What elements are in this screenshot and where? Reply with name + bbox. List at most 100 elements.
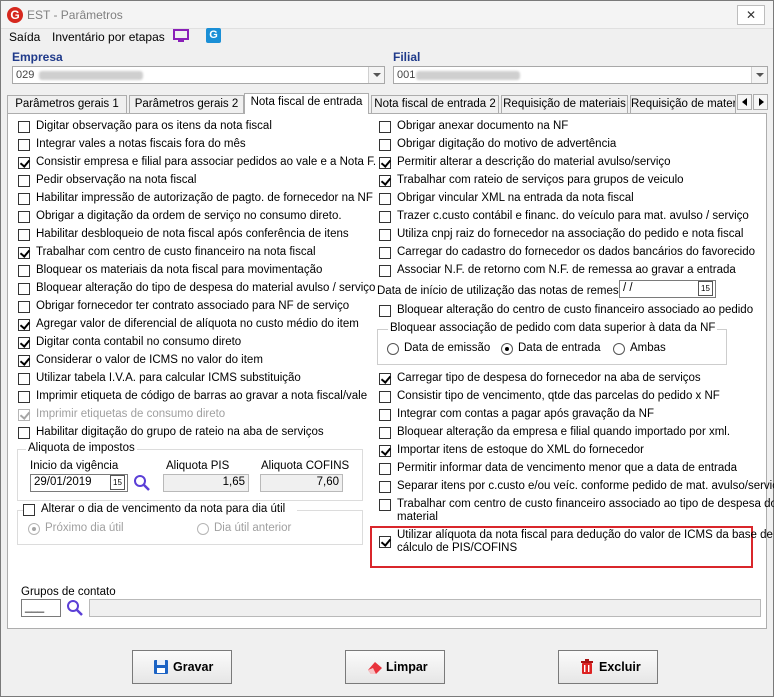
radio-dot[interactable] — [197, 523, 209, 535]
check-box[interactable] — [18, 337, 30, 349]
checkbox-imprimir-etiqueta-de-codigo-de-barras-ao[interactable]: Imprimir etiqueta de código de barras ao… — [18, 390, 368, 404]
check-box[interactable] — [379, 409, 391, 421]
tab-scroll-left-icon[interactable] — [737, 94, 752, 110]
checkbox-associar-n-f-de-retorno-com-n-f-de-remes[interactable]: Associar N.F. de retorno com N.F. de rem… — [379, 264, 759, 278]
checkbox-considerar-o-valor-de-icms-no-valor-do-i[interactable]: Considerar o valor de ICMS no valor do i… — [18, 354, 368, 368]
gravar-button[interactable]: Gravar — [132, 650, 232, 684]
checkbox-carregar-tipo-de-despesa-do-fornecedor-n[interactable]: Carregar tipo de despesa do fornecedor n… — [379, 372, 759, 386]
checkbox-digitar-conta-contabil-no-consumo-direto[interactable]: Digitar conta contabil no consumo direto — [18, 336, 368, 350]
calendar-icon[interactable]: 15 — [110, 475, 125, 490]
monitor-icon[interactable] — [173, 29, 189, 43]
utilizar-aliquota-check-box[interactable] — [379, 536, 391, 548]
checkbox-digitar-observacao-para-os-itens-da-nota[interactable]: Digitar observação para os itens da nota… — [18, 120, 368, 134]
check-box[interactable] — [18, 247, 30, 259]
check-box[interactable] — [18, 211, 30, 223]
checkbox-obrigar-anexar-documento-na-nf[interactable]: Obrigar anexar documento na NF — [379, 120, 759, 134]
menu-inventario-por-etapas[interactable]: Inventário por etapas — [52, 30, 165, 44]
tab-requisicao-de-materi[interactable]: Requisição de materi — [630, 95, 736, 113]
vencimento-check-box[interactable] — [23, 504, 35, 516]
checkbox-integrar-vales-a-notas-fiscais-fora-do-m[interactable]: Integrar vales a notas fiscais fora do m… — [18, 138, 368, 152]
checkbox-trabalhar-com-centro-de-custo-financeiro[interactable]: Trabalhar com centro de custo financeiro… — [18, 246, 368, 260]
checkbox-habilitar-impressao-de-autorizacao-de-pa[interactable]: Habilitar impressão de autorização de pa… — [18, 192, 373, 206]
checkbox-trazer-c-custo-contabil-e-financ-do-veic[interactable]: Trazer c.custo contábil e financ. do veí… — [379, 210, 759, 224]
checkbox-bloquear-alteracao-da-empresa-e-filial-q[interactable]: Bloquear alteração da empresa e filial q… — [379, 426, 759, 440]
radio-dot[interactable] — [387, 343, 399, 355]
limpar-button[interactable]: Limpar — [345, 650, 445, 684]
bloquear-cc-check-box[interactable] — [379, 305, 391, 317]
check-box[interactable] — [18, 373, 30, 385]
check-box[interactable] — [379, 265, 391, 277]
checkbox-importar-itens-de-estoque-do-xml-do-forn[interactable]: Importar itens de estoque do XML do forn… — [379, 444, 759, 458]
bloquear-cc-checkbox[interactable]: Bloquear alteração do centro de custo fi… — [379, 304, 759, 318]
checkbox-bloquear-alteracao-do-tipo-de-despesa-do[interactable]: Bloquear alteração do tipo de despesa do… — [18, 282, 375, 296]
close-button[interactable]: ✕ — [737, 5, 765, 25]
checkbox-agregar-valor-de-diferencial-de-aliquota[interactable]: Agregar valor de diferencial de alíquota… — [18, 318, 368, 332]
tab-nota-fiscal-de-entrada[interactable]: Nota fiscal de entrada — [244, 93, 369, 114]
checkbox-obrigar-fornecedor-ter-contrato-associad[interactable]: Obrigar fornecedor ter contrato associad… — [18, 300, 368, 314]
check-box[interactable] — [379, 373, 391, 385]
check-box[interactable] — [18, 157, 30, 169]
check-box[interactable] — [18, 121, 30, 133]
radio-dot[interactable] — [501, 343, 513, 355]
tab-parametros-gerais-2[interactable]: Parâmetros gerais 2 — [129, 95, 244, 113]
check-box[interactable] — [18, 391, 30, 403]
check-box[interactable] — [18, 355, 30, 367]
checkbox-integrar-com-contas-a-pagar-apos-gravaca[interactable]: Integrar com contas a pagar após gravaçã… — [379, 408, 759, 422]
checkbox-permitir-informar-data-de-vencimento-men[interactable]: Permitir informar data de vencimento men… — [379, 462, 759, 476]
checkbox-habilitar-digitacao-do-grupo-de-rateio-n[interactable]: Habilitar digitação do grupo de rateio n… — [18, 426, 368, 440]
excluir-button[interactable]: Excluir — [558, 650, 658, 684]
check-box[interactable] — [379, 463, 391, 475]
chevron-down-icon[interactable] — [368, 67, 384, 83]
menu-saida[interactable]: Saída — [9, 30, 40, 44]
check-box[interactable] — [379, 427, 391, 439]
empresa-select[interactable]: 029 — [12, 66, 385, 84]
tab-nota-fiscal-de-entrada-2[interactable]: Nota fiscal de entrada 2 — [371, 95, 499, 113]
grupos-contato-input[interactable]: ___ — [21, 599, 61, 617]
checkbox-bloquear-os-materiais-da-nota-fiscal-par[interactable]: Bloquear os materiais da nota fiscal par… — [18, 264, 368, 278]
check-box[interactable] — [18, 139, 30, 151]
filial-select[interactable]: 001 — [393, 66, 768, 84]
check-box[interactable] — [18, 409, 30, 421]
check-box[interactable] — [18, 229, 30, 241]
check-box[interactable] — [379, 229, 391, 241]
trabalhar-cc-check-box[interactable] — [379, 499, 391, 511]
check-box[interactable] — [379, 175, 391, 187]
checkbox-imprimir-etiquetas-de-consumo-direto[interactable]: Imprimir etiquetas de consumo direto — [18, 408, 368, 422]
checkbox-obrigar-digitacao-do-motivo-de-advertenc[interactable]: Obrigar digitação do motivo de advertênc… — [379, 138, 759, 152]
radio-dot[interactable] — [28, 523, 40, 535]
checkbox-consistir-empresa-e-filial-para-associar[interactable]: Consistir empresa e filial para associar… — [18, 156, 376, 170]
check-box[interactable] — [18, 193, 30, 205]
checkbox-utilizar-tabela-i-v-a-para-calcular-icms[interactable]: Utilizar tabela I.V.A. para calcular ICM… — [18, 372, 368, 386]
checkbox-utiliza-cnpj-raiz-do-fornecedor-na-assoc[interactable]: Utiliza cnpj raiz do fornecedor na assoc… — [379, 228, 759, 242]
tab-scroll-right-icon[interactable] — [753, 94, 768, 110]
trabalhar-cc-checkbox[interactable]: Trabalhar com centro de custo financeiro… — [379, 498, 774, 526]
check-box[interactable] — [379, 391, 391, 403]
tab-parametros-gerais-1[interactable]: Parâmetros gerais 1 — [7, 95, 127, 113]
tab-requisicao-de-materiais[interactable]: Requisição de materiais — [501, 95, 628, 113]
check-box[interactable] — [379, 121, 391, 133]
checkbox-habilitar-desbloqueio-de-nota-fiscal-apo[interactable]: Habilitar desbloqueio de nota fiscal apó… — [18, 228, 368, 242]
check-box[interactable] — [379, 445, 391, 457]
checkbox-permitir-alterar-a-descricao-do-material[interactable]: Permitir alterar a descrição do material… — [379, 156, 759, 170]
check-box[interactable] — [379, 211, 391, 223]
checkbox-separar-itens-por-c-custo-e-ou-veic-conf[interactable]: Separar itens por c.custo e/ou veíc. con… — [379, 480, 774, 494]
calendar-icon[interactable]: 15 — [698, 281, 713, 296]
checkbox-carregar-do-cadastro-do-fornecedor-os-da[interactable]: Carregar do cadastro do fornecedor os da… — [379, 246, 759, 260]
check-box[interactable] — [379, 157, 391, 169]
checkbox-obrigar-vincular-xml-na-entrada-da-nota-[interactable]: Obrigar vincular XML na entrada da nota … — [379, 192, 759, 206]
search-icon[interactable] — [66, 599, 84, 617]
checkbox-pedir-observacao-na-nota-fiscal[interactable]: Pedir observação na nota fiscal — [18, 174, 368, 188]
chevron-down-icon[interactable] — [751, 67, 767, 83]
vencimento-checkbox[interactable]: Alterar o dia de vencimento da nota para… — [23, 503, 297, 517]
checkbox-trabalhar-com-rateio-de-servicos-para-gr[interactable]: Trabalhar com rateio de serviços para gr… — [379, 174, 759, 188]
check-box[interactable] — [379, 139, 391, 151]
radio-dot[interactable] — [613, 343, 625, 355]
check-box[interactable] — [379, 193, 391, 205]
check-box[interactable] — [379, 481, 391, 493]
check-box[interactable] — [18, 427, 30, 439]
check-box[interactable] — [18, 265, 30, 277]
checkbox-consistir-tipo-de-vencimento-qtde-das-pa[interactable]: Consistir tipo de vencimento, qtde das p… — [379, 390, 759, 404]
check-box[interactable] — [18, 283, 30, 295]
check-box[interactable] — [18, 301, 30, 313]
check-box[interactable] — [18, 319, 30, 331]
